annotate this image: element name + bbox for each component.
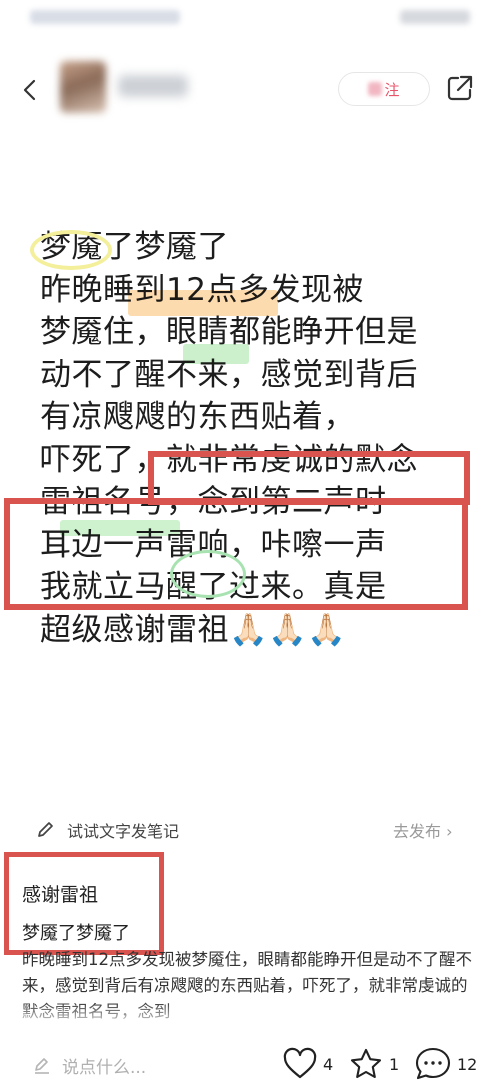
status-bar	[0, 0, 500, 40]
post-line: 有凉飕飕的东西贴着，	[40, 399, 355, 435]
status-bar-right-blurred	[400, 10, 470, 24]
star-icon	[350, 1048, 382, 1079]
red-annotation-box	[4, 852, 164, 955]
green-highlight	[183, 344, 249, 364]
post-line: 梦魇住，眼睛都能睁开但是	[40, 314, 418, 350]
favorite-button[interactable]: 1	[348, 1046, 399, 1082]
orange-highlight	[128, 290, 278, 316]
edit-icon	[35, 1058, 49, 1074]
status-bar-left-blurred	[30, 10, 180, 24]
comment-input[interactable]: 说点什么...	[32, 1050, 146, 1080]
username-blurred[interactable]	[118, 75, 188, 97]
favorite-count: 1	[389, 1054, 400, 1074]
share-icon[interactable]	[444, 72, 476, 104]
note-body: 昨晚睡到12点多发现被梦魇住，眼睛都能睁开但是动不了醒不来，感觉到背后有凉飕飕的…	[22, 950, 472, 1021]
post-line: 动不了醒不来，感觉到背后	[40, 356, 418, 393]
follow-label: 注	[384, 80, 400, 99]
post-header: 注	[0, 55, 500, 125]
comment-count: 12	[457, 1054, 478, 1074]
like-button[interactable]: 4	[282, 1046, 333, 1082]
red-annotation-box	[148, 451, 470, 505]
red-annotation-box	[4, 498, 468, 610]
comment-button[interactable]: 12	[414, 1046, 477, 1082]
suggestion-label: 试试文字发笔记	[67, 822, 180, 841]
back-icon[interactable]	[14, 75, 44, 105]
pen-icon	[38, 822, 53, 837]
text-note-suggestion[interactable]: 试试文字发笔记 去发布 ›	[0, 812, 500, 846]
post-line: 超级感谢雷祖🙏🏻🙏🏻🙏🏻	[40, 611, 347, 648]
avatar[interactable]	[60, 61, 106, 113]
comment-placeholder: 说点什么...	[62, 1057, 147, 1078]
follow-button[interactable]: 注	[338, 72, 430, 106]
bottom-action-bar: 说点什么... 4 1 12	[0, 1040, 500, 1089]
post-line: 梦魇了梦魇了	[30, 226, 480, 270]
follow-label-blurred	[368, 82, 383, 96]
yellow-circle-highlight	[30, 230, 112, 270]
like-count: 4	[323, 1054, 334, 1074]
publish-link[interactable]: 去发布 ›	[393, 818, 453, 842]
comment-icon	[415, 1047, 451, 1080]
heart-icon	[283, 1047, 317, 1079]
